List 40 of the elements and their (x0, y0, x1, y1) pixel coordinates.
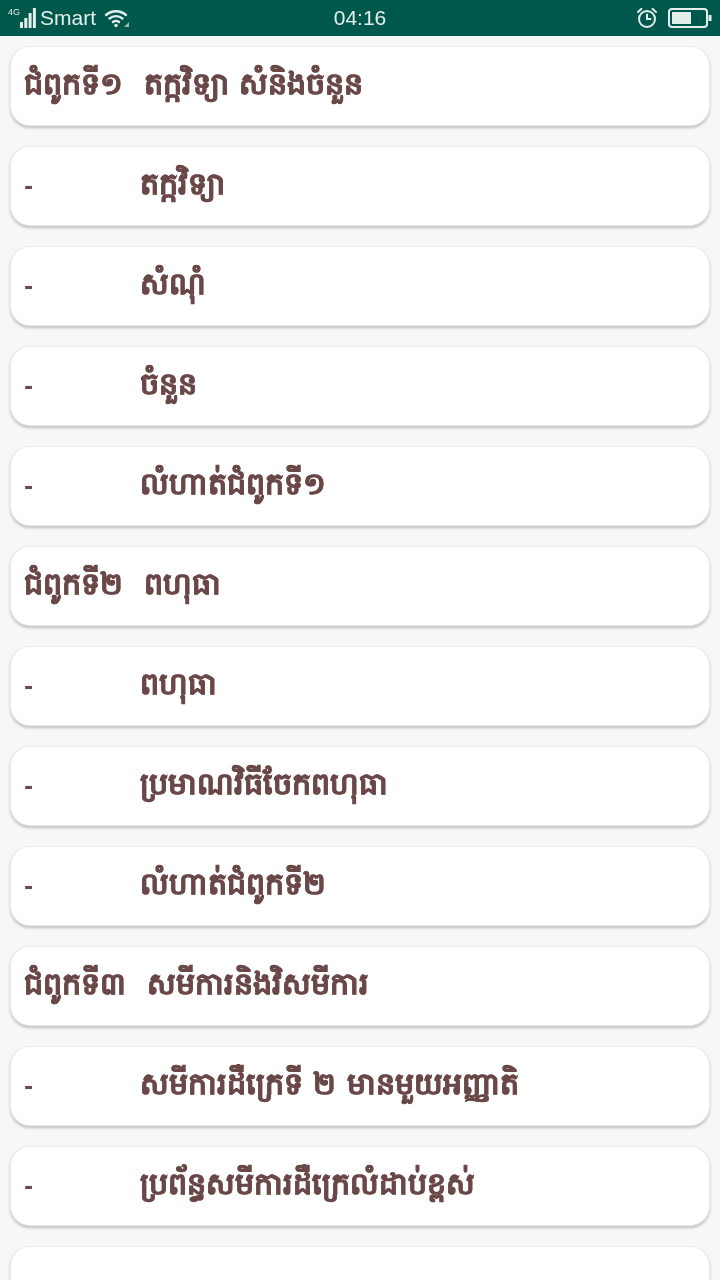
lesson-item[interactable]: - លំហាត់ជំពូកទី១ (10, 446, 710, 526)
lesson-item[interactable]: - សមីការដឺក្រេទី ២ មានមួយអញ្ញាតិ (10, 1046, 710, 1126)
signal-icon (20, 8, 36, 28)
lesson-title: សមីការដឺក្រេទី ២ មានមួយអញ្ញាតិ (140, 1063, 519, 1105)
lesson-title: តក្កវិទ្យា (140, 164, 225, 204)
lesson-item[interactable]: - ចំនួន (10, 346, 710, 426)
bullet-dash: - (24, 873, 35, 899)
carrier-name: Smart (40, 6, 97, 30)
lesson-title: ចំនួន (140, 363, 197, 405)
bullet-dash: - (24, 1073, 35, 1099)
clock-time: 04:16 (333, 6, 387, 30)
lesson-title: លំហាត់ជំពូកទី១ (140, 463, 326, 505)
chapter-title: ជំពូកទី១ តក្កវិទ្យា សំនិងចំនួន (24, 63, 364, 105)
lesson-title: សំណុំ (140, 263, 206, 305)
lesson-item[interactable]: - ប្រមាណវិធីចែកពហុធា (10, 746, 710, 826)
lesson-item[interactable]: - ប្រព័ន្ធសមីការដឺក្រេលំដាប់ខ្ពស់ (10, 1146, 710, 1226)
lesson-title: ប្រព័ន្ធសមីការដឺក្រេលំដាប់ខ្ពស់ (140, 1163, 475, 1204)
lesson-item[interactable]: - តក្កវិទ្យា (10, 146, 710, 226)
lesson-item[interactable]: - សំណុំ (10, 246, 710, 326)
chapter-title: ជំពូកទី២ ពហុធា (24, 563, 221, 605)
bullet-dash: - (24, 773, 35, 799)
chapter-item[interactable]: ជំពូកទី១ តក្កវិទ្យា សំនិងចំនួន (10, 46, 710, 126)
lesson-title: ប្រមាណវិធីចែកពហុធា (140, 763, 388, 805)
bullet-dash: - (24, 173, 35, 199)
chapter-item[interactable]: ជំពូកទី៣ សមីការនិងវិសមីការ (10, 946, 710, 1026)
battery-icon (668, 8, 712, 28)
chapter-item[interactable]: ជំពូកទី២ ពហុធា (10, 546, 710, 626)
network-type-label: 4G (8, 8, 20, 17)
bullet-dash: - (24, 273, 35, 299)
bullet-dash: - (24, 1173, 35, 1199)
bullet-dash: - (24, 373, 35, 399)
bullet-dash: - (24, 673, 35, 699)
lesson-item[interactable]: - ពហុធា (10, 646, 710, 726)
lesson-title: លំហាត់ជំពូកទី២ (140, 863, 326, 905)
lesson-title: ពហុធា (140, 663, 217, 705)
lesson-item[interactable]: - លំហាត់ជំពូកទី២ (10, 846, 710, 926)
bullet-dash: - (24, 473, 35, 499)
wifi-icon (104, 8, 131, 28)
alarm-icon (636, 7, 658, 29)
chapter-title: ជំពូកទី៣ សមីការនិងវិសមីការ (24, 963, 369, 1005)
